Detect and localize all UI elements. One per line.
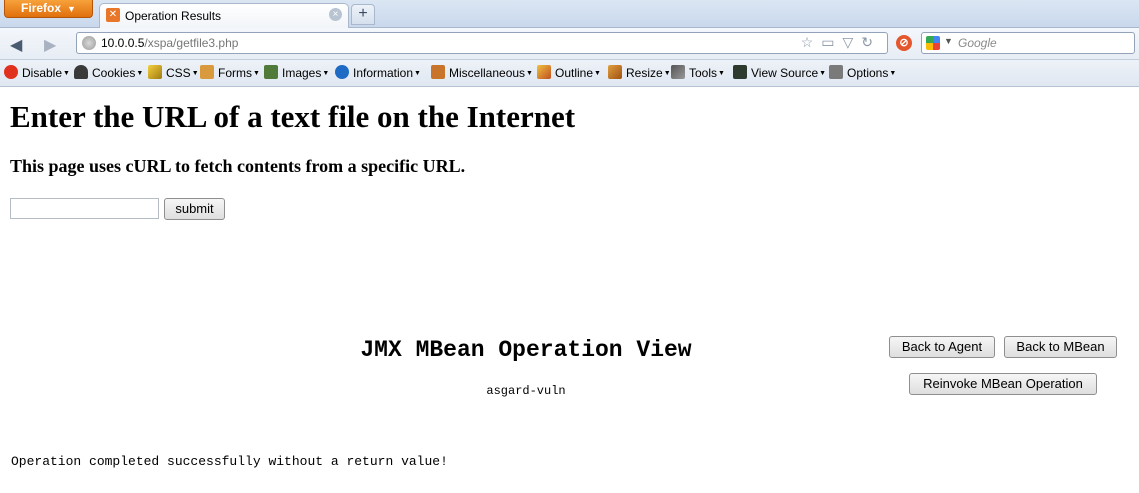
devbar-tools[interactable]: Tools▼ <box>671 65 725 80</box>
new-tab-button[interactable]: + <box>351 4 375 25</box>
page-feed-icon[interactable]: ▭ <box>821 34 842 50</box>
devbar-information[interactable]: Information▼ <box>335 65 421 80</box>
reinvoke-operation-button[interactable]: Reinvoke MBean Operation <box>909 373 1097 395</box>
devbar-options[interactable]: Options▼ <box>829 65 896 80</box>
dropdown-icon: ▼ <box>718 70 725 77</box>
page-favicon-icon: ✕ <box>106 8 120 22</box>
dropdown-icon: ▼ <box>136 70 144 77</box>
reload-icon[interactable]: ↻ <box>861 34 881 50</box>
submit-button[interactable]: submit <box>164 198 225 220</box>
address-bar-tools: ☆▭▽↻ <box>801 34 881 51</box>
dropdown-icon: ▼ <box>889 70 897 77</box>
address-url[interactable]: 10.0.0.5/xspa/getfile3.php <box>101 36 238 50</box>
title-bar: Firefox ▼ ✕ Operation Results × + <box>0 0 1139 28</box>
dropdown-icon: ▼ <box>663 70 671 77</box>
devbar-outline[interactable]: Outline▼ <box>537 65 601 80</box>
web-developer-toolbar: Disable▼ Cookies▼ CSS▼ Forms▼ Images▼ In… <box>0 60 1139 87</box>
dropdown-icon: ▼ <box>414 70 421 77</box>
back-to-mbean-button[interactable]: Back to MBean <box>1004 336 1117 358</box>
devbar-miscellaneous-label: Miscellaneous <box>449 66 526 80</box>
devbar-cookies[interactable]: Cookies▼ <box>74 65 143 80</box>
dropdown-icon: ▼ <box>819 70 827 77</box>
back-arrow-icon[interactable]: ◀ <box>10 35 22 55</box>
engine-dropdown-icon[interactable]: ▼ <box>944 36 953 46</box>
search-bar[interactable]: ▼ Google <box>921 32 1135 54</box>
devbar-information-label: Information <box>353 66 414 80</box>
google-engine-icon[interactable] <box>926 36 940 50</box>
devbar-outline-label: Outline <box>555 66 594 80</box>
devbar-miscellaneous[interactable]: Miscellaneous▼ <box>431 65 533 80</box>
search-placeholder: Google <box>958 36 997 50</box>
navigation-bar: ◀ ▶ 10.0.0.5/xspa/getfile3.php ☆▭▽↻ ⊘ ▼ … <box>0 28 1139 60</box>
resize-ruler-icon <box>608 65 622 79</box>
devbar-disable[interactable]: Disable▼ <box>4 65 70 80</box>
dropdown-icon: ▼ <box>63 70 70 77</box>
devbar-resize-label: Resize <box>626 66 663 80</box>
images-picture-icon <box>264 65 278 79</box>
back-to-agent-button[interactable]: Back to Agent <box>889 336 995 358</box>
tools-wrench-icon <box>671 65 685 79</box>
firefox-menu-button[interactable]: Firefox ▼ <box>4 0 93 18</box>
devbar-view-source-label: View Source <box>751 66 819 80</box>
devbar-forms-label: Forms <box>218 66 252 80</box>
devbar-forms[interactable]: Forms▼ <box>200 65 260 80</box>
devbar-tools-label: Tools <box>689 66 718 80</box>
dropdown-icon: ▼ <box>322 70 330 77</box>
view-source-icon <box>733 65 747 79</box>
tab-operation-results[interactable]: ✕ Operation Results × <box>99 3 349 28</box>
css-wand-icon <box>148 65 162 79</box>
firefox-menu-label: Firefox <box>21 1 62 15</box>
devbar-options-label: Options <box>847 66 889 80</box>
page-subheading: This page uses cURL to fetch contents fr… <box>10 156 466 176</box>
devbar-images-label: Images <box>282 66 322 80</box>
devbar-disable-label: Disable <box>22 66 63 80</box>
address-bar[interactable]: 10.0.0.5/xspa/getfile3.php ☆▭▽↻ <box>76 32 888 54</box>
tab-close-icon[interactable]: × <box>329 8 342 21</box>
page-heading: Enter the URL of a text file on the Inte… <box>10 99 576 134</box>
url-host: 10.0.0.5 <box>101 36 145 50</box>
devbar-cookies-label: Cookies <box>92 66 136 80</box>
devbar-css[interactable]: CSS▼ <box>148 65 199 80</box>
devbar-view-source[interactable]: View Source▼ <box>733 65 826 80</box>
devbar-resize[interactable]: Resize▼ <box>608 65 671 80</box>
forms-clipboard-icon <box>200 65 214 79</box>
disable-icon <box>4 65 18 79</box>
site-identity-icon[interactable] <box>82 36 96 50</box>
page-content: Enter the URL of a text file on the Inte… <box>0 87 1139 493</box>
outline-pencil-icon <box>537 65 551 79</box>
operation-result-text: Operation completed successfully without… <box>11 454 448 469</box>
devbar-images[interactable]: Images▼ <box>264 65 329 80</box>
dropdown-icon: ▼ <box>526 70 533 77</box>
bookmark-star-icon[interactable]: ☆ <box>801 34 822 50</box>
noscript-block-icon[interactable]: ⊘ <box>896 35 912 51</box>
tab-title: Operation Results <box>125 9 222 23</box>
forward-arrow-icon[interactable]: ▶ <box>44 35 56 55</box>
information-icon <box>335 65 349 79</box>
devbar-css-label: CSS <box>166 66 191 80</box>
miscellaneous-book-icon <box>431 65 445 79</box>
url-input[interactable] <box>10 198 159 219</box>
url-path: /xspa/getfile3.php <box>144 36 239 50</box>
jmx-host-name: asgard-vuln <box>486 384 566 398</box>
dropdown-icon: ▼ <box>253 70 260 77</box>
chevron-down-icon: ▼ <box>67 4 76 14</box>
dropdown-icon: ▼ <box>191 70 199 77</box>
history-dropdown-icon[interactable]: ▽ <box>842 34 861 50</box>
cookies-icon <box>74 65 88 79</box>
dropdown-icon: ▼ <box>594 70 601 77</box>
options-icon <box>829 65 843 79</box>
